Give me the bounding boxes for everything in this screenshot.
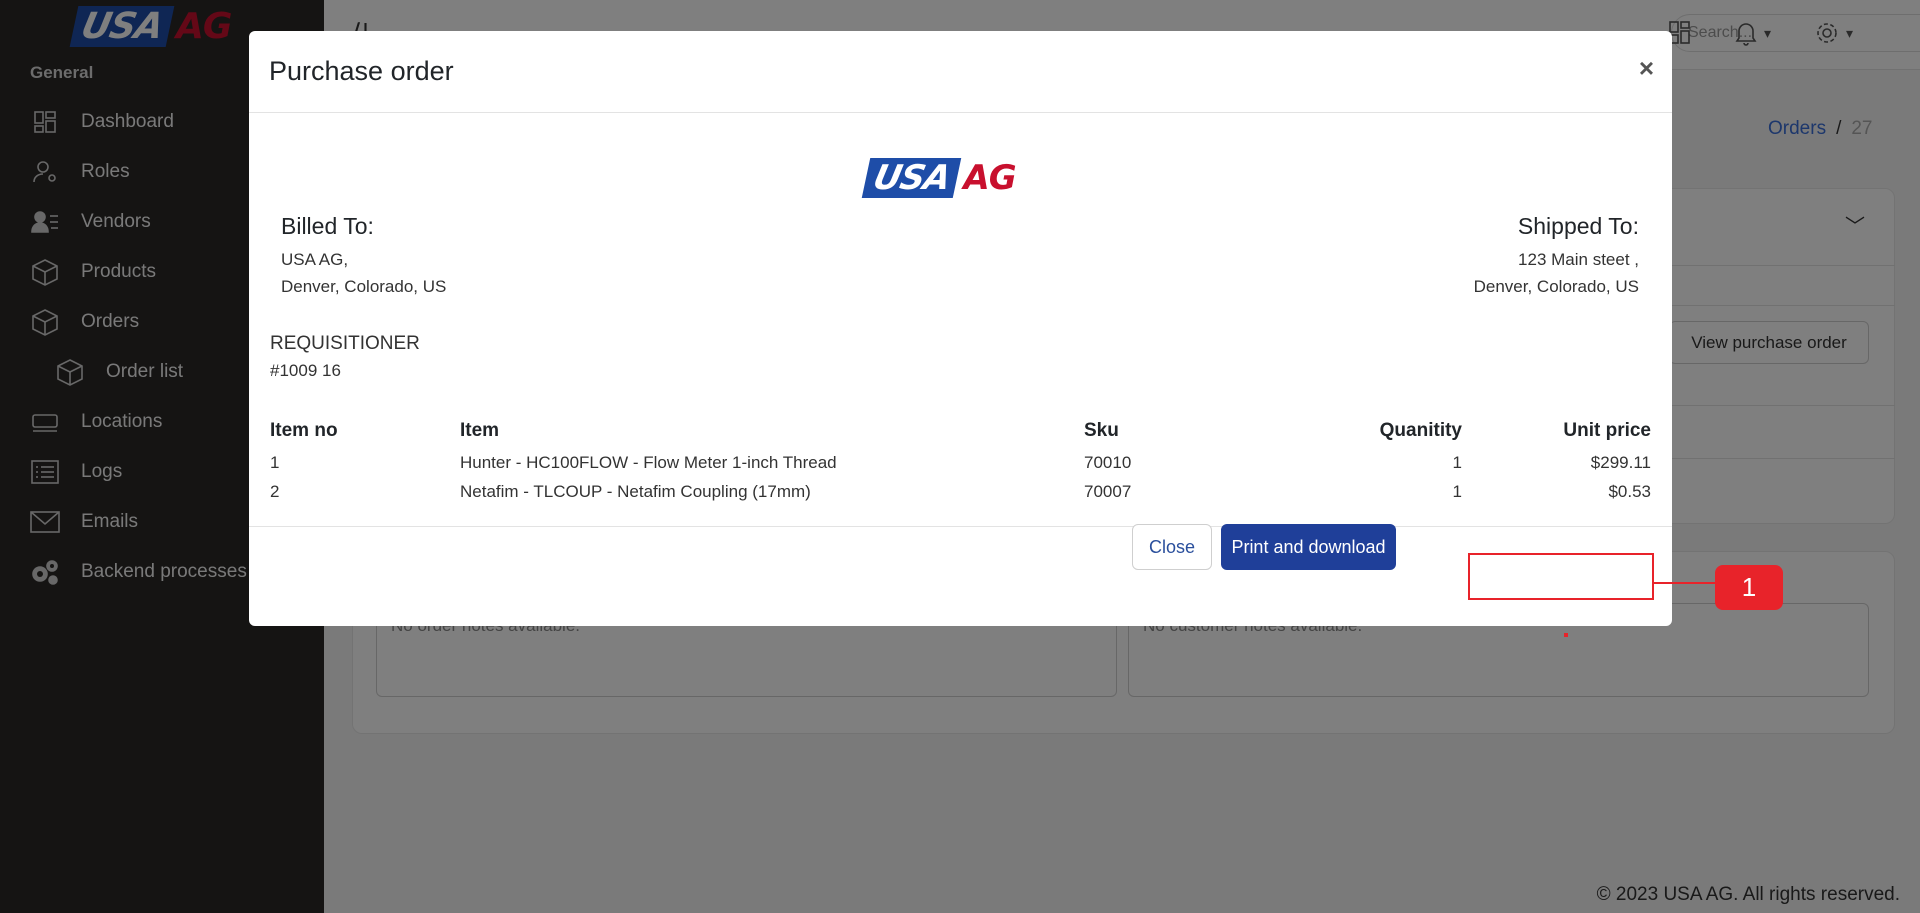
modal-header: Purchase order × bbox=[249, 31, 1672, 113]
items-table: Item no Item Sku Quanitity Unit price 1 … bbox=[270, 420, 1651, 506]
shipped-to: Shipped To: 123 Main steet , Denver, Col… bbox=[1474, 213, 1639, 300]
table-row: 1 Hunter - HC100FLOW - Flow Meter 1-inch… bbox=[270, 448, 1651, 477]
requisitioner-number: #1009 16 bbox=[270, 361, 341, 380]
column-header: Unit price bbox=[1563, 420, 1651, 441]
logo-usa: USA bbox=[861, 158, 962, 198]
column-header: Item bbox=[460, 420, 500, 441]
cell-quantity: 1 bbox=[1452, 481, 1462, 501]
po-logo: USA AG bbox=[861, 158, 1022, 198]
modal-title: Purchase order bbox=[269, 56, 454, 86]
billed-to-title: Billed To: bbox=[281, 213, 374, 239]
shipped-to-line: 123 Main steet , bbox=[1518, 250, 1639, 269]
cell-sku: 70007 bbox=[1084, 481, 1132, 501]
highlight-box bbox=[1468, 553, 1654, 600]
billed-to-line: USA AG, bbox=[281, 250, 349, 269]
step-badge: 1 bbox=[1715, 565, 1783, 610]
billed-to: Billed To: USA AG, Denver, Colorado, US bbox=[281, 213, 446, 300]
cell-item-no: 2 bbox=[270, 481, 280, 501]
cell-quantity: 1 bbox=[1452, 452, 1462, 472]
cell-item-no: 1 bbox=[270, 452, 280, 472]
cell-sku: 70010 bbox=[1084, 452, 1132, 472]
logo-ag: AG bbox=[963, 158, 1016, 198]
click-marker bbox=[1564, 633, 1568, 637]
column-header: Quanitity bbox=[1379, 420, 1462, 441]
print-and-download-button[interactable]: Print and download bbox=[1221, 524, 1396, 570]
requisitioner: REQUISITIONER #1009 16 bbox=[270, 333, 420, 381]
billed-to-line: Denver, Colorado, US bbox=[281, 277, 447, 296]
column-header: Sku bbox=[1084, 420, 1119, 441]
close-button[interactable]: Close bbox=[1132, 524, 1212, 570]
requisitioner-title: REQUISITIONER bbox=[270, 333, 420, 354]
purchase-order-modal: Purchase order × USA AG Billed To: USA A… bbox=[249, 31, 1672, 626]
column-header: Item no bbox=[270, 420, 338, 441]
cell-item: Netafim - TLCOUP - Netafim Coupling (17m… bbox=[460, 481, 811, 501]
shipped-to-line: Denver, Colorado, US bbox=[1473, 277, 1639, 296]
cell-item: Hunter - HC100FLOW - Flow Meter 1-inch T… bbox=[460, 452, 837, 472]
table-row: 2 Netafim - TLCOUP - Netafim Coupling (1… bbox=[270, 477, 1651, 506]
close-icon[interactable]: × bbox=[1639, 53, 1654, 84]
cell-unit-price: $299.11 bbox=[1590, 452, 1651, 472]
modal-footer bbox=[249, 526, 1672, 626]
highlight-connector bbox=[1654, 582, 1715, 584]
shipped-to-title: Shipped To: bbox=[1517, 213, 1639, 239]
table-header-row: Item no Item Sku Quanitity Unit price bbox=[270, 420, 1651, 448]
cell-unit-price: $0.53 bbox=[1608, 481, 1651, 501]
